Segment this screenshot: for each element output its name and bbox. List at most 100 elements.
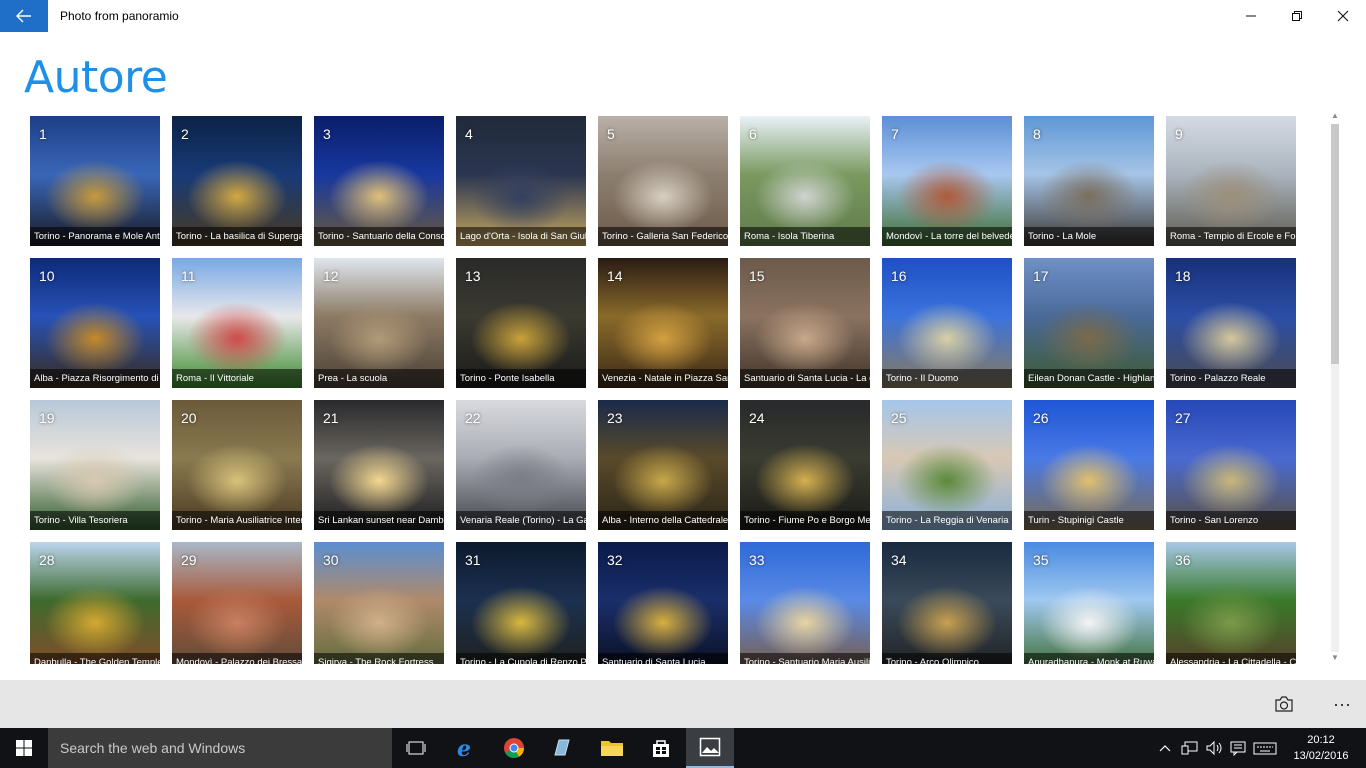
- edge-icon: e: [457, 736, 471, 760]
- photo-number: 10: [39, 268, 55, 284]
- photo-tile[interactable]: 31 Torino - La Cupola di Renzo Piano: [456, 542, 586, 664]
- photo-caption: Torino - La Mole: [1024, 227, 1154, 246]
- show-hidden-icons-button[interactable]: [1156, 728, 1174, 768]
- photo-number: 8: [1033, 126, 1041, 142]
- photo-caption: Eilean Donan Castle - Highlands: [1024, 369, 1154, 388]
- clock[interactable]: 20:12 13/02/2016: [1284, 732, 1358, 764]
- photo-caption: Mondovì - Palazzo dei Bressani: [172, 653, 302, 664]
- taskbar-search-box[interactable]: Search the web and Windows: [48, 728, 392, 768]
- action-center-button[interactable]: [1228, 728, 1248, 768]
- photo-tile[interactable]: 18 Torino - Palazzo Reale: [1166, 258, 1296, 388]
- photo-tile[interactable]: 13 Torino - Ponte Isabella: [456, 258, 586, 388]
- photo-caption: Roma - Isola Tiberina: [740, 227, 870, 246]
- photo-tile[interactable]: 19 Torino - Villa Tesoriera: [30, 400, 160, 530]
- photo-tile[interactable]: 9 Roma - Tempio di Ercole e Fontana: [1166, 116, 1296, 246]
- photo-tile[interactable]: 36 Alessandria - La Cittadella - Caserma: [1166, 542, 1296, 664]
- camera-switch-icon: [1275, 696, 1293, 712]
- photo-tile[interactable]: 22 Venaria Reale (Torino) - La Galleria: [456, 400, 586, 530]
- photo-tile[interactable]: 8 Torino - La Mole: [1024, 116, 1154, 246]
- start-button[interactable]: [0, 728, 48, 768]
- photo-tile[interactable]: 33 Torino - Santuario Maria Ausiliatrice: [740, 542, 870, 664]
- photo-caption: Torino - La basilica di Superga: [172, 227, 302, 246]
- photo-tile[interactable]: 24 Torino - Fiume Po e Borgo Medievale: [740, 400, 870, 530]
- photo-tile[interactable]: 35 Anuradhapura - Monk at Ruwanwelisaya: [1024, 542, 1154, 664]
- photo-tile[interactable]: 32 Santuario di Santa Lucia: [598, 542, 728, 664]
- photo-tile[interactable]: 30 Sigirya - The Rock Fortress: [314, 542, 444, 664]
- back-button[interactable]: [0, 0, 48, 32]
- photo-tile[interactable]: 2 Torino - La basilica di Superga: [172, 116, 302, 246]
- photo-caption: Anuradhapura - Monk at Ruwanwelisaya: [1024, 653, 1154, 664]
- file-explorer-button[interactable]: [588, 728, 636, 768]
- photo-number: 7: [891, 126, 899, 142]
- photo-tile[interactable]: 23 Alba - Interno della Cattedrale: [598, 400, 728, 530]
- volume-button[interactable]: [1204, 728, 1224, 768]
- scroll-down-arrow-icon[interactable]: ▼: [1328, 652, 1342, 664]
- camera-switch-button[interactable]: [1260, 680, 1308, 728]
- volume-icon: [1206, 740, 1222, 756]
- photo-number: 26: [1033, 410, 1049, 426]
- photo-caption: Alba - Interno della Cattedrale: [598, 511, 728, 530]
- store-app-button[interactable]: [538, 728, 586, 768]
- photo-caption: Alessandria - La Cittadella - Caserma: [1166, 653, 1296, 664]
- chevron-up-icon: [1159, 745, 1171, 752]
- store-button[interactable]: [637, 728, 685, 768]
- minimize-button[interactable]: [1228, 0, 1274, 32]
- photo-tile[interactable]: 4 Lago d'Orta - Isola di San Giulio: [456, 116, 586, 246]
- photo-tile[interactable]: 3 Torino - Santuario della Consolata: [314, 116, 444, 246]
- chrome-icon: [504, 738, 525, 759]
- photo-caption: Santuario di Santa Lucia - La grotta: [740, 369, 870, 388]
- photo-number: 6: [749, 126, 757, 142]
- photo-number: 32: [607, 552, 623, 568]
- photo-number: 30: [323, 552, 339, 568]
- keyboard-button[interactable]: [1252, 728, 1278, 768]
- photo-caption: Torino - Santuario Maria Ausiliatrice: [740, 653, 870, 664]
- photo-tile[interactable]: 12 Prea - La scuola: [314, 258, 444, 388]
- photo-tile[interactable]: 15 Santuario di Santa Lucia - La grotta: [740, 258, 870, 388]
- photo-caption: Torino - Arco Olimpico: [882, 653, 1012, 664]
- close-button[interactable]: [1320, 0, 1366, 32]
- chrome-button[interactable]: [490, 728, 538, 768]
- photo-tile[interactable]: 11 Roma - Il Vittoriale: [172, 258, 302, 388]
- photo-number: 28: [39, 552, 55, 568]
- taskbar: Search the web and Windows e 20:12 13/02…: [0, 728, 1366, 768]
- task-view-button[interactable]: [392, 728, 440, 768]
- photo-tile[interactable]: 21 Sri Lankan sunset near Dambulla: [314, 400, 444, 530]
- photo-tile[interactable]: 10 Alba - Piazza Risorgimento di notte: [30, 258, 160, 388]
- photo-tile[interactable]: 20 Torino - Maria Ausiliatrice Interno: [172, 400, 302, 530]
- network-button[interactable]: [1180, 728, 1200, 768]
- photo-tile[interactable]: 34 Torino - Arco Olimpico: [882, 542, 1012, 664]
- photo-caption: Venezia - Natale in Piazza San Marco: [598, 369, 728, 388]
- restore-button[interactable]: [1274, 0, 1320, 32]
- scrollbar-thumb[interactable]: [1331, 124, 1339, 364]
- photo-number: 5: [607, 126, 615, 142]
- photo-tile[interactable]: 1 Torino - Panorama e Mole Antonelliana: [30, 116, 160, 246]
- photo-number: 13: [465, 268, 481, 284]
- scroll-up-arrow-icon[interactable]: ▲: [1328, 110, 1342, 122]
- window-title: Photo from panoramio: [60, 9, 179, 23]
- photo-tile[interactable]: 6 Roma - Isola Tiberina: [740, 116, 870, 246]
- photo-tile[interactable]: 27 Torino - San Lorenzo: [1166, 400, 1296, 530]
- photo-tile[interactable]: 16 Torino - Il Duomo: [882, 258, 1012, 388]
- photo-caption: Torino - La Reggia di Venaria: [882, 511, 1012, 530]
- photo-tile[interactable]: 7 Mondovì - La torre del belvedere: [882, 116, 1012, 246]
- back-arrow-icon: [16, 9, 31, 23]
- more-options-button[interactable]: ···: [1318, 680, 1366, 728]
- photo-tile[interactable]: 29 Mondovì - Palazzo dei Bressani: [172, 542, 302, 664]
- vertical-scrollbar[interactable]: ▲ ▼: [1328, 110, 1342, 664]
- store-app-icon: [554, 739, 570, 756]
- photo-tile[interactable]: 14 Venezia - Natale in Piazza San Marco: [598, 258, 728, 388]
- photo-number: 18: [1175, 268, 1191, 284]
- photo-tile[interactable]: 17 Eilean Donan Castle - Highlands: [1024, 258, 1154, 388]
- photo-caption: Roma - Tempio di Ercole e Fontana: [1166, 227, 1296, 246]
- photo-tile[interactable]: 25 Torino - La Reggia di Venaria: [882, 400, 1012, 530]
- photo-tile[interactable]: 26 Turin - Stupinigi Castle: [1024, 400, 1154, 530]
- photo-number: 2: [181, 126, 189, 142]
- edge-button[interactable]: e: [442, 728, 490, 768]
- file-explorer-icon: [601, 741, 623, 756]
- minimize-icon: [1246, 15, 1256, 17]
- photo-tile[interactable]: 28 Danbulla - The Golden Temple: [30, 542, 160, 664]
- photos-button[interactable]: [686, 728, 734, 768]
- photo-caption: Torino - Galleria San Federico: [598, 227, 728, 246]
- photo-caption: Mondovì - La torre del belvedere: [882, 227, 1012, 246]
- photo-tile[interactable]: 5 Torino - Galleria San Federico: [598, 116, 728, 246]
